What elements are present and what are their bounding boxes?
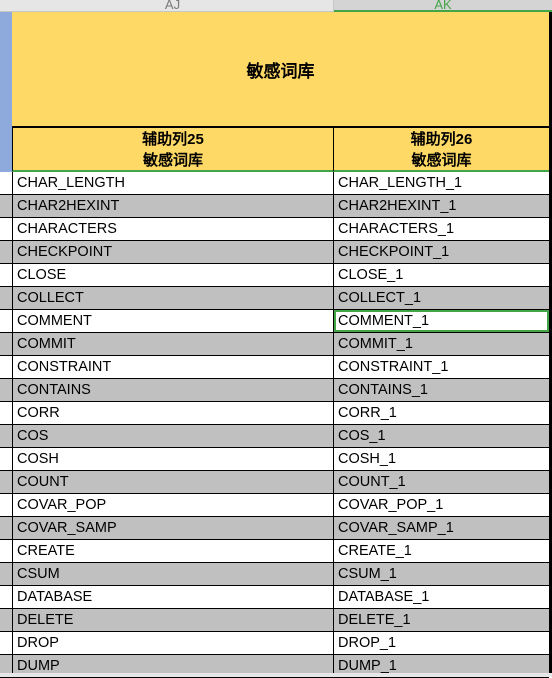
cell-ak[interactable]: CONTAINS_1 — [334, 379, 549, 401]
row-header[interactable] — [0, 586, 12, 608]
table-row: COSH COSH_1 — [0, 448, 549, 471]
cell-aj[interactable]: COMMENT — [12, 310, 334, 332]
cell-aj[interactable]: CLOSE — [12, 264, 334, 286]
cell-aj[interactable]: COSH — [12, 448, 334, 470]
row-header[interactable] — [0, 172, 12, 194]
table-row: DROP DROP_1 — [0, 632, 549, 655]
cell-ak[interactable]: DROP_1 — [334, 632, 549, 654]
cell-ak[interactable]: CREATE_1 — [334, 540, 549, 562]
table-row: COLLECT COLLECT_1 — [0, 287, 549, 310]
merged-title-cell[interactable]: 敏感词库 — [12, 12, 549, 128]
cell-ak[interactable]: COSH_1 — [334, 448, 549, 470]
data-rows: CHAR_LENGTH CHAR_LENGTH_1 CHAR2HEXINT CHAR2… — [0, 172, 549, 678]
row-header[interactable] — [0, 333, 12, 355]
row-header[interactable] — [0, 448, 12, 470]
column-header-bar: AJ AK — [0, 0, 552, 12]
table-row: COVAR_POP COVAR_POP_1 — [0, 494, 549, 517]
table-row: CONSTRAINT CONSTRAINT_1 — [0, 356, 549, 379]
cell-ak[interactable]: COVAR_POP_1 — [334, 494, 549, 516]
table-row: CHAR2HEXINT CHAR2HEXINT_1 — [0, 195, 549, 218]
row-header[interactable] — [0, 425, 12, 447]
table-row: CHARACTERS CHARACTERS_1 — [0, 218, 549, 241]
row-header[interactable] — [0, 494, 12, 516]
cell-aj[interactable]: CONSTRAINT — [12, 356, 334, 378]
row-header[interactable] — [0, 632, 12, 654]
cell-aj[interactable]: COVAR_SAMP — [12, 517, 334, 539]
subheader-line1: 辅助列25 — [142, 131, 204, 148]
table-row: DELETE DELETE_1 — [0, 609, 549, 632]
table-row: COVAR_SAMP COVAR_SAMP_1 — [0, 517, 549, 540]
row-header[interactable] — [0, 241, 12, 263]
cell-aj[interactable]: COMMIT — [12, 333, 334, 355]
table-row: CHECKPOINT CHECKPOINT_1 — [0, 241, 549, 264]
cell-aj[interactable]: CHAR_LENGTH — [12, 172, 334, 194]
cell-ak[interactable]: CHARACTERS_1 — [334, 218, 549, 240]
cell-aj[interactable]: COLLECT — [12, 287, 334, 309]
table-row: COS COS_1 — [0, 425, 549, 448]
cell-ak[interactable]: CHECKPOINT_1 — [334, 241, 549, 263]
cell-ak[interactable]: CONSTRAINT_1 — [334, 356, 549, 378]
cell-ak[interactable]: CORR_1 — [334, 402, 549, 424]
cell-ak[interactable]: CSUM_1 — [334, 563, 549, 585]
row-header[interactable] — [0, 379, 12, 401]
cell-aj[interactable]: CREATE — [12, 540, 334, 562]
cell-aj[interactable]: DATABASE — [12, 586, 334, 608]
row-header[interactable] — [0, 287, 12, 309]
row-header[interactable] — [0, 310, 12, 332]
subheader-line2: 敏感词库 — [411, 152, 472, 169]
cell-aj[interactable]: CHARACTERS — [12, 218, 334, 240]
cell-ak[interactable]: COS_1 — [334, 425, 549, 447]
row-header[interactable] — [0, 471, 12, 493]
row-header[interactable] — [0, 540, 12, 562]
table-row: COMMIT COMMIT_1 — [0, 333, 549, 356]
cell-ak[interactable]: COVAR_SAMP_1 — [334, 517, 549, 539]
cell-ak[interactable]: DATABASE_1 — [334, 586, 549, 608]
subheader-cell-ak[interactable]: 辅助列26 敏感词库 — [334, 128, 549, 172]
row-header[interactable] — [0, 356, 12, 378]
cell-ak[interactable]: CHAR_LENGTH_1 — [334, 172, 549, 194]
horizontal-scroll-area[interactable] — [0, 673, 552, 677]
row-header[interactable] — [0, 195, 12, 217]
row-header[interactable] — [0, 264, 12, 286]
row-header[interactable] — [0, 609, 12, 631]
cell-aj[interactable]: DROP — [12, 632, 334, 654]
cell-ak[interactable]: COMMIT_1 — [334, 333, 549, 355]
cell-ak[interactable]: COLLECT_1 — [334, 287, 549, 309]
cell-ak[interactable]: COUNT_1 — [334, 471, 549, 493]
subheader-line2: 敏感词库 — [142, 152, 203, 169]
cell-ak[interactable]: CLOSE_1 — [334, 264, 549, 286]
table-row: COUNT COUNT_1 — [0, 471, 549, 494]
row-header[interactable] — [0, 563, 12, 585]
cell-aj[interactable]: CSUM — [12, 563, 334, 585]
table-row: COMMENT COMMENT_1 — [0, 310, 549, 333]
cell-aj[interactable]: CORR — [12, 402, 334, 424]
column-header-aj[interactable]: AJ — [12, 0, 334, 12]
table-row: CORR CORR_1 — [0, 402, 549, 425]
subheader-cell-aj[interactable]: 辅助列25 敏感词库 — [12, 128, 334, 172]
cell-ak[interactable]: CHAR2HEXINT_1 — [334, 195, 549, 217]
table-row: CLOSE CLOSE_1 — [0, 264, 549, 287]
cell-aj[interactable]: CHECKPOINT — [12, 241, 334, 263]
cell-aj[interactable]: COUNT — [12, 471, 334, 493]
table-row: CHAR_LENGTH CHAR_LENGTH_1 — [0, 172, 549, 195]
selected-cell-ak[interactable]: COMMENT_1 — [334, 310, 549, 332]
cell-aj[interactable]: DELETE — [12, 609, 334, 631]
title-text: 敏感词库 — [246, 61, 315, 81]
row-header-strip[interactable] — [0, 12, 12, 172]
cell-aj[interactable]: COVAR_POP — [12, 494, 334, 516]
cell-ak[interactable]: DELETE_1 — [334, 609, 549, 631]
table-row: CONTAINS CONTAINS_1 — [0, 379, 549, 402]
table-row: CREATE CREATE_1 — [0, 540, 549, 563]
column-header-ak[interactable]: AK — [334, 0, 552, 12]
table-row: CSUM CSUM_1 — [0, 563, 549, 586]
subheader-line1: 辅助列26 — [410, 131, 473, 148]
cell-aj[interactable]: CHAR2HEXINT — [12, 195, 334, 217]
cell-aj[interactable]: CONTAINS — [12, 379, 334, 401]
row-header[interactable] — [0, 218, 12, 240]
table-row: DATABASE DATABASE_1 — [0, 586, 549, 609]
row-header[interactable] — [0, 402, 12, 424]
row-header[interactable] — [0, 517, 12, 539]
cell-aj[interactable]: COS — [12, 425, 334, 447]
